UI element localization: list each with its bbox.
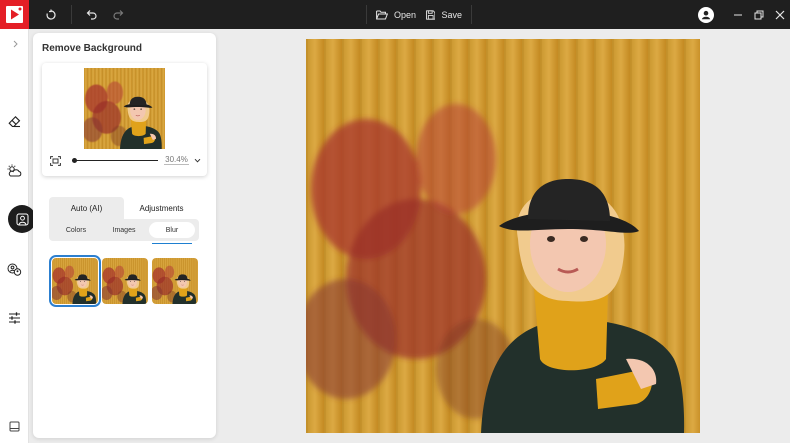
preview-thumbnail	[84, 68, 165, 149]
zoom-slider[interactable]	[72, 160, 158, 161]
save-label: Save	[441, 9, 462, 20]
panel-toggle-button[interactable]	[0, 412, 29, 440]
sliders-icon	[9, 312, 20, 324]
title-bar: Open Save	[0, 0, 790, 29]
save-button[interactable]: Save	[426, 0, 462, 29]
minimize-icon	[734, 14, 742, 15]
image-canvas[interactable]	[306, 39, 700, 433]
face-retouch-tool-button[interactable]	[0, 255, 29, 283]
open-label: Open	[393, 9, 416, 20]
toolbar-divider	[366, 5, 367, 24]
blur-preview-image	[152, 258, 198, 304]
remove-background-tool-button[interactable]	[8, 205, 36, 233]
toolbar-divider	[471, 5, 472, 24]
chevron-right-icon	[13, 40, 18, 48]
toolbar-divider	[71, 5, 72, 24]
close-icon	[775, 10, 785, 19]
zoom-controls: 30.4%	[42, 154, 207, 168]
subtab-images[interactable]: Images	[101, 222, 147, 238]
app-logo	[0, 0, 29, 29]
chevron-down-icon[interactable]	[194, 157, 201, 164]
zoom-slider-handle[interactable]	[72, 158, 78, 163]
folder-open-icon	[376, 10, 388, 19]
subtab-blur[interactable]: Blur	[149, 222, 195, 238]
undo-button[interactable]	[80, 0, 102, 29]
reset-button[interactable]	[40, 0, 62, 29]
eraser-icon	[8, 115, 21, 127]
panel-bottom-icon	[9, 421, 20, 431]
redo-icon	[113, 9, 124, 20]
blur-preview-image	[102, 258, 148, 304]
eraser-tool-button[interactable]	[0, 107, 29, 135]
preview-card: 30.4%	[42, 63, 207, 176]
weather-sun-cloud-icon	[7, 164, 22, 176]
active-tab-indicator	[152, 243, 192, 244]
account-button[interactable]	[696, 0, 716, 29]
rotate-icon	[46, 9, 56, 20]
tab-auto-ai[interactable]: Auto (AI)	[49, 197, 124, 219]
restore-window-icon	[754, 10, 764, 19]
redo-button[interactable]	[108, 0, 130, 29]
background-type-tabs: Colors Images Blur	[49, 219, 199, 241]
portrait-icon	[16, 213, 28, 225]
mode-tabs: Auto (AI) Adjustments	[49, 197, 199, 219]
edited-photo	[306, 39, 700, 433]
blur-option-3[interactable]	[152, 258, 198, 304]
restore-button[interactable]	[752, 0, 766, 29]
expand-panel-button[interactable]	[0, 30, 29, 58]
people-swap-icon	[7, 263, 22, 276]
minimize-button[interactable]	[731, 0, 745, 29]
user-avatar-icon	[698, 6, 714, 23]
undo-icon	[86, 9, 97, 20]
zoom-value[interactable]: 30.4%	[164, 155, 189, 165]
panel-title: Remove Background	[42, 43, 143, 54]
close-button[interactable]	[773, 0, 787, 29]
subtab-colors[interactable]: Colors	[53, 222, 99, 238]
play-logo-icon	[6, 6, 23, 23]
tab-adjustments[interactable]: Adjustments	[124, 197, 199, 219]
blur-preview-image	[52, 258, 98, 304]
blur-option-1[interactable]	[49, 255, 101, 307]
sky-replace-tool-button[interactable]	[0, 156, 29, 184]
adjustments-tool-button[interactable]	[0, 304, 29, 332]
blur-option-2[interactable]	[102, 258, 148, 304]
tool-rail	[0, 29, 36, 443]
floppy-disk-icon	[426, 9, 436, 20]
remove-background-panel: Remove Background 30.4% Auto (AI) Adjust…	[33, 33, 216, 438]
preview-image	[84, 68, 165, 149]
open-button[interactable]: Open	[376, 0, 416, 29]
fit-screen-icon[interactable]	[50, 156, 61, 166]
